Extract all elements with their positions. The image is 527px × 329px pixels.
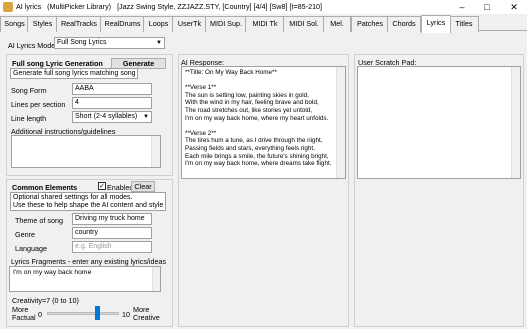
creativity-slider-thumb[interactable] [94,306,100,320]
tab-lyrics[interactable]: Lyrics [421,15,451,33]
tab-loops[interactable]: Loops [143,16,174,32]
ai-lyrics-app-icon [3,2,13,12]
enabled-checkbox[interactable]: ✓ [98,182,106,190]
tab-midi-tk[interactable]: MIDI Tk [245,16,285,32]
ai-response-textarea[interactable]: **Title: On My Way Back Home** **Verse 1*… [181,66,346,179]
tab-mel[interactable]: Mel. [323,16,351,32]
tab-songs[interactable]: Songs [0,16,29,32]
ai-response-line: **Verse 2** [185,129,217,137]
tab-strip: Songs Styles RealTracks RealDrums Loops … [0,15,527,33]
common-elements-header: Common Elements [12,183,78,192]
lyrics-fragments-label: Lyrics Fragments - enter any existing ly… [11,257,167,266]
additional-instructions-scrollbar[interactable] [151,136,160,167]
more-factual-label: More Factual [12,305,36,322]
tab-realdrums[interactable]: RealDrums [100,16,145,32]
generation-header: Full song Lyric Generation [12,59,103,68]
tab-usertk[interactable]: UserTk [172,16,207,32]
tab-titles[interactable]: Titles [449,16,479,32]
window-title: AI lyrics (MultiPicker Library) [Jazz Sw… [16,2,323,11]
lines-per-section-label: Lines per section [11,100,66,109]
lyrics-fragments-textarea[interactable]: I'm on my way back home [9,266,161,292]
ai-response-line: I'm on my way back home, where my heart … [185,114,329,122]
ai-response-scrollbar[interactable] [336,67,345,178]
genre-label: Genre [15,230,35,239]
scratch-pad-textarea[interactable] [357,66,521,179]
tab-midi-sol[interactable]: MIDI Sol. [283,16,325,32]
minimize-icon[interactable]: – [449,0,475,14]
tab-styles[interactable]: Styles [27,16,58,32]
enabled-label: Enabled [107,183,134,192]
more-creative-label: More Creative [133,305,160,322]
ai-response-line: With the wind in my hair, feeling brave … [185,99,319,107]
language-label: Language [15,244,47,253]
creativity-max-label: 10 [122,310,130,319]
ai-response-line: **Title: On My Way Back Home** [185,69,277,76]
ai-response-line: Each mile brings a smile, the future's s… [185,152,329,160]
ai-response-line [185,77,335,85]
language-input[interactable]: e.g. English [72,241,152,253]
close-icon[interactable]: ✕ [501,0,527,14]
ai-response-line: The tires hum a tune, as I drive through… [185,137,323,145]
scratch-pad-scrollbar[interactable] [511,67,520,178]
ai-response-line: The sun is setting low, painting skies i… [185,91,309,99]
creativity-label: Creativity=7 (0 to 10) [12,296,79,305]
song-form-input[interactable]: AABA [72,83,152,95]
tab-realtracks[interactable]: RealTracks [56,16,102,32]
tab-midi-sup[interactable]: MIDI Sup. [205,16,247,32]
ai-response-line: I'm on my way back home, where dreams ta… [185,160,332,168]
maximize-icon[interactable]: □ [474,0,500,14]
title-bar: AI lyrics (MultiPicker Library) [Jazz Sw… [0,0,527,14]
lines-per-section-input[interactable]: 4 [72,97,152,109]
chevron-down-icon: ▼ [156,40,162,46]
ai-response-line: Passing fields and stars, everything fee… [185,144,315,152]
chevron-down-icon: ▼ [143,114,149,120]
line-length-label: Line length [11,114,47,123]
theme-label: Theme of song [15,216,63,225]
creativity-min-label: 0 [38,310,42,319]
genre-input[interactable]: country [72,227,152,239]
ai-lyrics-mode-label: AI Lyrics Mode [8,41,56,50]
generation-description: Generate full song lyrics matching song … [10,68,138,79]
ai-response-line: **Verse 1** [185,84,217,92]
common-notes: Optional shared settings for all modes. … [10,192,166,211]
tab-patches[interactable]: Patches [351,16,389,32]
ai-response-line [185,122,335,130]
ai-response-line: The road stretches out, like stories yet… [185,106,313,114]
tab-chords[interactable]: Chords [387,16,421,32]
line-length-select[interactable]: Short (2-4 syllables) ▼ [72,111,152,123]
clear-button[interactable]: Clear [131,181,155,192]
lyrics-fragments-scrollbar[interactable] [152,267,160,291]
ai-lyrics-mode-select[interactable]: Full Song Lyrics ▼ [54,37,165,49]
additional-instructions-textarea[interactable] [11,135,161,168]
theme-input[interactable]: Driving my truck home [72,213,152,225]
creativity-slider-track[interactable] [47,312,119,315]
song-form-label: Song Form [11,86,47,95]
